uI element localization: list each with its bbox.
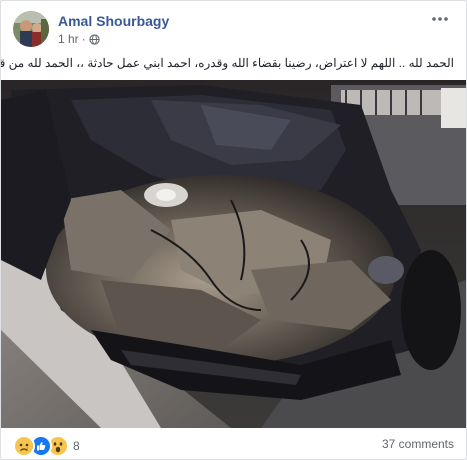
- post-text: الحمد لله .. اللهم لا اعتراض، رضينا بقضا…: [0, 56, 454, 70]
- post-card: Amal Shourbagy 1 hr · الحمد لله .. اللهم…: [0, 0, 467, 460]
- reactions-summary[interactable]: 8: [13, 435, 80, 457]
- globe-icon[interactable]: [89, 33, 100, 45]
- avatar[interactable]: [13, 11, 49, 47]
- more-dots-icon[interactable]: [428, 9, 452, 29]
- author-name[interactable]: Amal Shourbagy: [58, 13, 169, 29]
- sad-icon: [13, 435, 35, 457]
- post-footer: 8 37 comments: [1, 429, 466, 459]
- post-meta: 1 hr ·: [58, 32, 100, 46]
- comments-count[interactable]: 37 comments: [382, 437, 454, 451]
- post-time[interactable]: 1 hr: [58, 32, 79, 46]
- car-front-crash-photo[interactable]: [1, 80, 466, 428]
- meta-separator: ·: [81, 32, 86, 46]
- reaction-count[interactable]: 8: [73, 439, 80, 453]
